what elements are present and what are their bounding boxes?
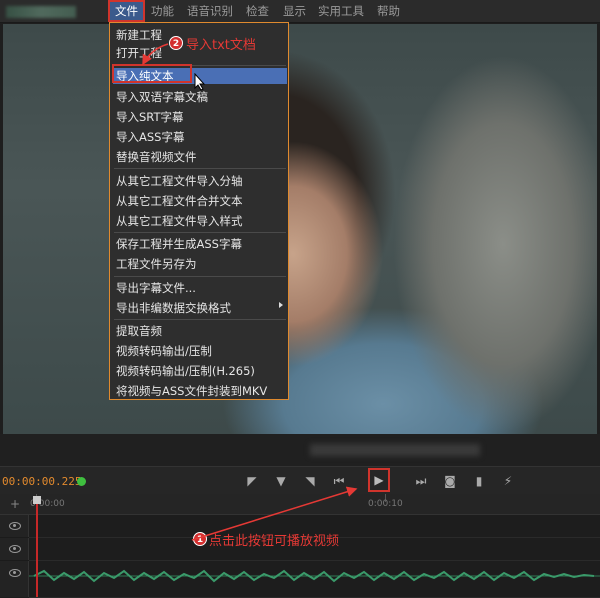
prev-frame-icon[interactable]: ⏮ <box>331 473 347 489</box>
eye-icon[interactable] <box>9 545 21 553</box>
menu-display[interactable]: 显示 <box>278 0 311 22</box>
menu-function[interactable]: 功能 <box>146 0 179 22</box>
menu-item-replace-media[interactable]: 替换音视频文件 <box>116 149 197 165</box>
menu-item-open-project[interactable]: 打开工程 <box>116 45 162 61</box>
playback-controls: 00:00:00.225 ◤ ▼ ◥ ⏮ ▶ ⏭ ◙ ▮ ⚡ <box>0 466 600 495</box>
ruler-label-10s: 0:00:10 <box>368 499 403 509</box>
time-ruler[interactable]: + 0:00:00 0:00:10 <box>0 494 600 515</box>
menu-separator <box>114 232 286 233</box>
marker-down-icon[interactable]: ▼ <box>273 473 289 489</box>
menu-item-import-ass[interactable]: 导入ASS字幕 <box>116 129 184 145</box>
current-timecode: 00:00:00.225 <box>2 475 82 488</box>
video-preview[interactable] <box>3 24 597 434</box>
add-track-icon[interactable]: + <box>10 497 20 511</box>
bookmark-icon[interactable]: ▮ <box>471 473 487 489</box>
menu-separator <box>114 319 286 320</box>
subtitle-preview-bar <box>0 434 600 466</box>
annotation-text-2: 导入txt文档 <box>186 38 256 53</box>
menu-help[interactable]: 帮助 <box>372 0 405 22</box>
menu-item-import-bilingual[interactable]: 导入双语字幕文稿 <box>116 89 208 105</box>
menu-item-import-srt[interactable]: 导入SRT字幕 <box>116 109 183 125</box>
menu-bar: 文件 功能 语音识别 检查 显示 实用工具 帮助 <box>0 0 600 23</box>
eye-icon[interactable] <box>9 522 21 530</box>
track-header-2 <box>0 538 29 560</box>
menu-item-export-subtitles[interactable]: 导出字幕文件... <box>116 280 196 296</box>
app-logo <box>6 6 76 18</box>
menu-item-import-timing[interactable]: 从其它工程文件导入分轴 <box>116 173 243 189</box>
menu-item-import-styles[interactable]: 从其它工程文件导入样式 <box>116 213 243 229</box>
play-icon: ▶ <box>374 473 384 487</box>
magic-wand-icon[interactable]: ⚡ <box>500 473 516 489</box>
menu-item-new-project[interactable]: 新建工程 <box>116 27 162 43</box>
menu-item-transcode[interactable]: 视频转码输出/压制 <box>116 343 212 359</box>
annotation-badge-1: 1 <box>193 532 207 546</box>
set-out-icon[interactable]: ◥ <box>302 473 318 489</box>
playhead[interactable] <box>36 500 38 597</box>
menu-item-export-nle[interactable]: 导出非编数据交换格式 <box>116 300 231 316</box>
next-frame-icon[interactable]: ⏭ <box>413 473 429 489</box>
menu-separator <box>114 276 286 277</box>
menu-item-transcode-h265[interactable]: 视频转码输出/压制(H.265) <box>116 363 255 379</box>
audio-waveform-track[interactable] <box>29 561 600 598</box>
track-header-audio <box>0 561 29 597</box>
menu-item-extract-audio[interactable]: 提取音频 <box>116 323 162 339</box>
menu-item-save-as[interactable]: 工程文件另存为 <box>116 256 197 272</box>
playhead-handle[interactable] <box>33 496 41 504</box>
annotation-badge-2: 2 <box>169 36 183 50</box>
menu-file[interactable]: 文件 <box>108 0 145 22</box>
blurred-subtitle <box>310 444 480 456</box>
menu-separator <box>114 168 286 169</box>
camera-icon[interactable]: ◙ <box>442 473 458 489</box>
eye-icon[interactable] <box>9 569 21 577</box>
menu-check[interactable]: 检查 <box>241 0 274 22</box>
submenu-arrow-icon <box>279 302 283 308</box>
highlight-box-import <box>112 64 192 83</box>
play-button[interactable]: ▶ <box>368 468 390 492</box>
annotation-text-1: 点击此按钮可播放视频 <box>209 534 340 549</box>
menu-item-merge-text[interactable]: 从其它工程文件合并文本 <box>116 193 243 209</box>
status-indicator <box>77 477 86 486</box>
menu-utilities[interactable]: 实用工具 <box>313 0 369 22</box>
menu-item-save-generate-ass[interactable]: 保存工程并生成ASS字幕 <box>116 236 242 252</box>
menu-speech-recognition[interactable]: 语音识别 <box>182 0 238 22</box>
set-in-icon[interactable]: ◤ <box>244 473 260 489</box>
mouse-cursor-icon <box>194 73 206 91</box>
menu-item-mux-mkv[interactable]: 将视频与ASS文件封装到MKV <box>116 383 267 399</box>
audio-waveform <box>29 569 600 583</box>
track-header-1 <box>0 515 29 537</box>
